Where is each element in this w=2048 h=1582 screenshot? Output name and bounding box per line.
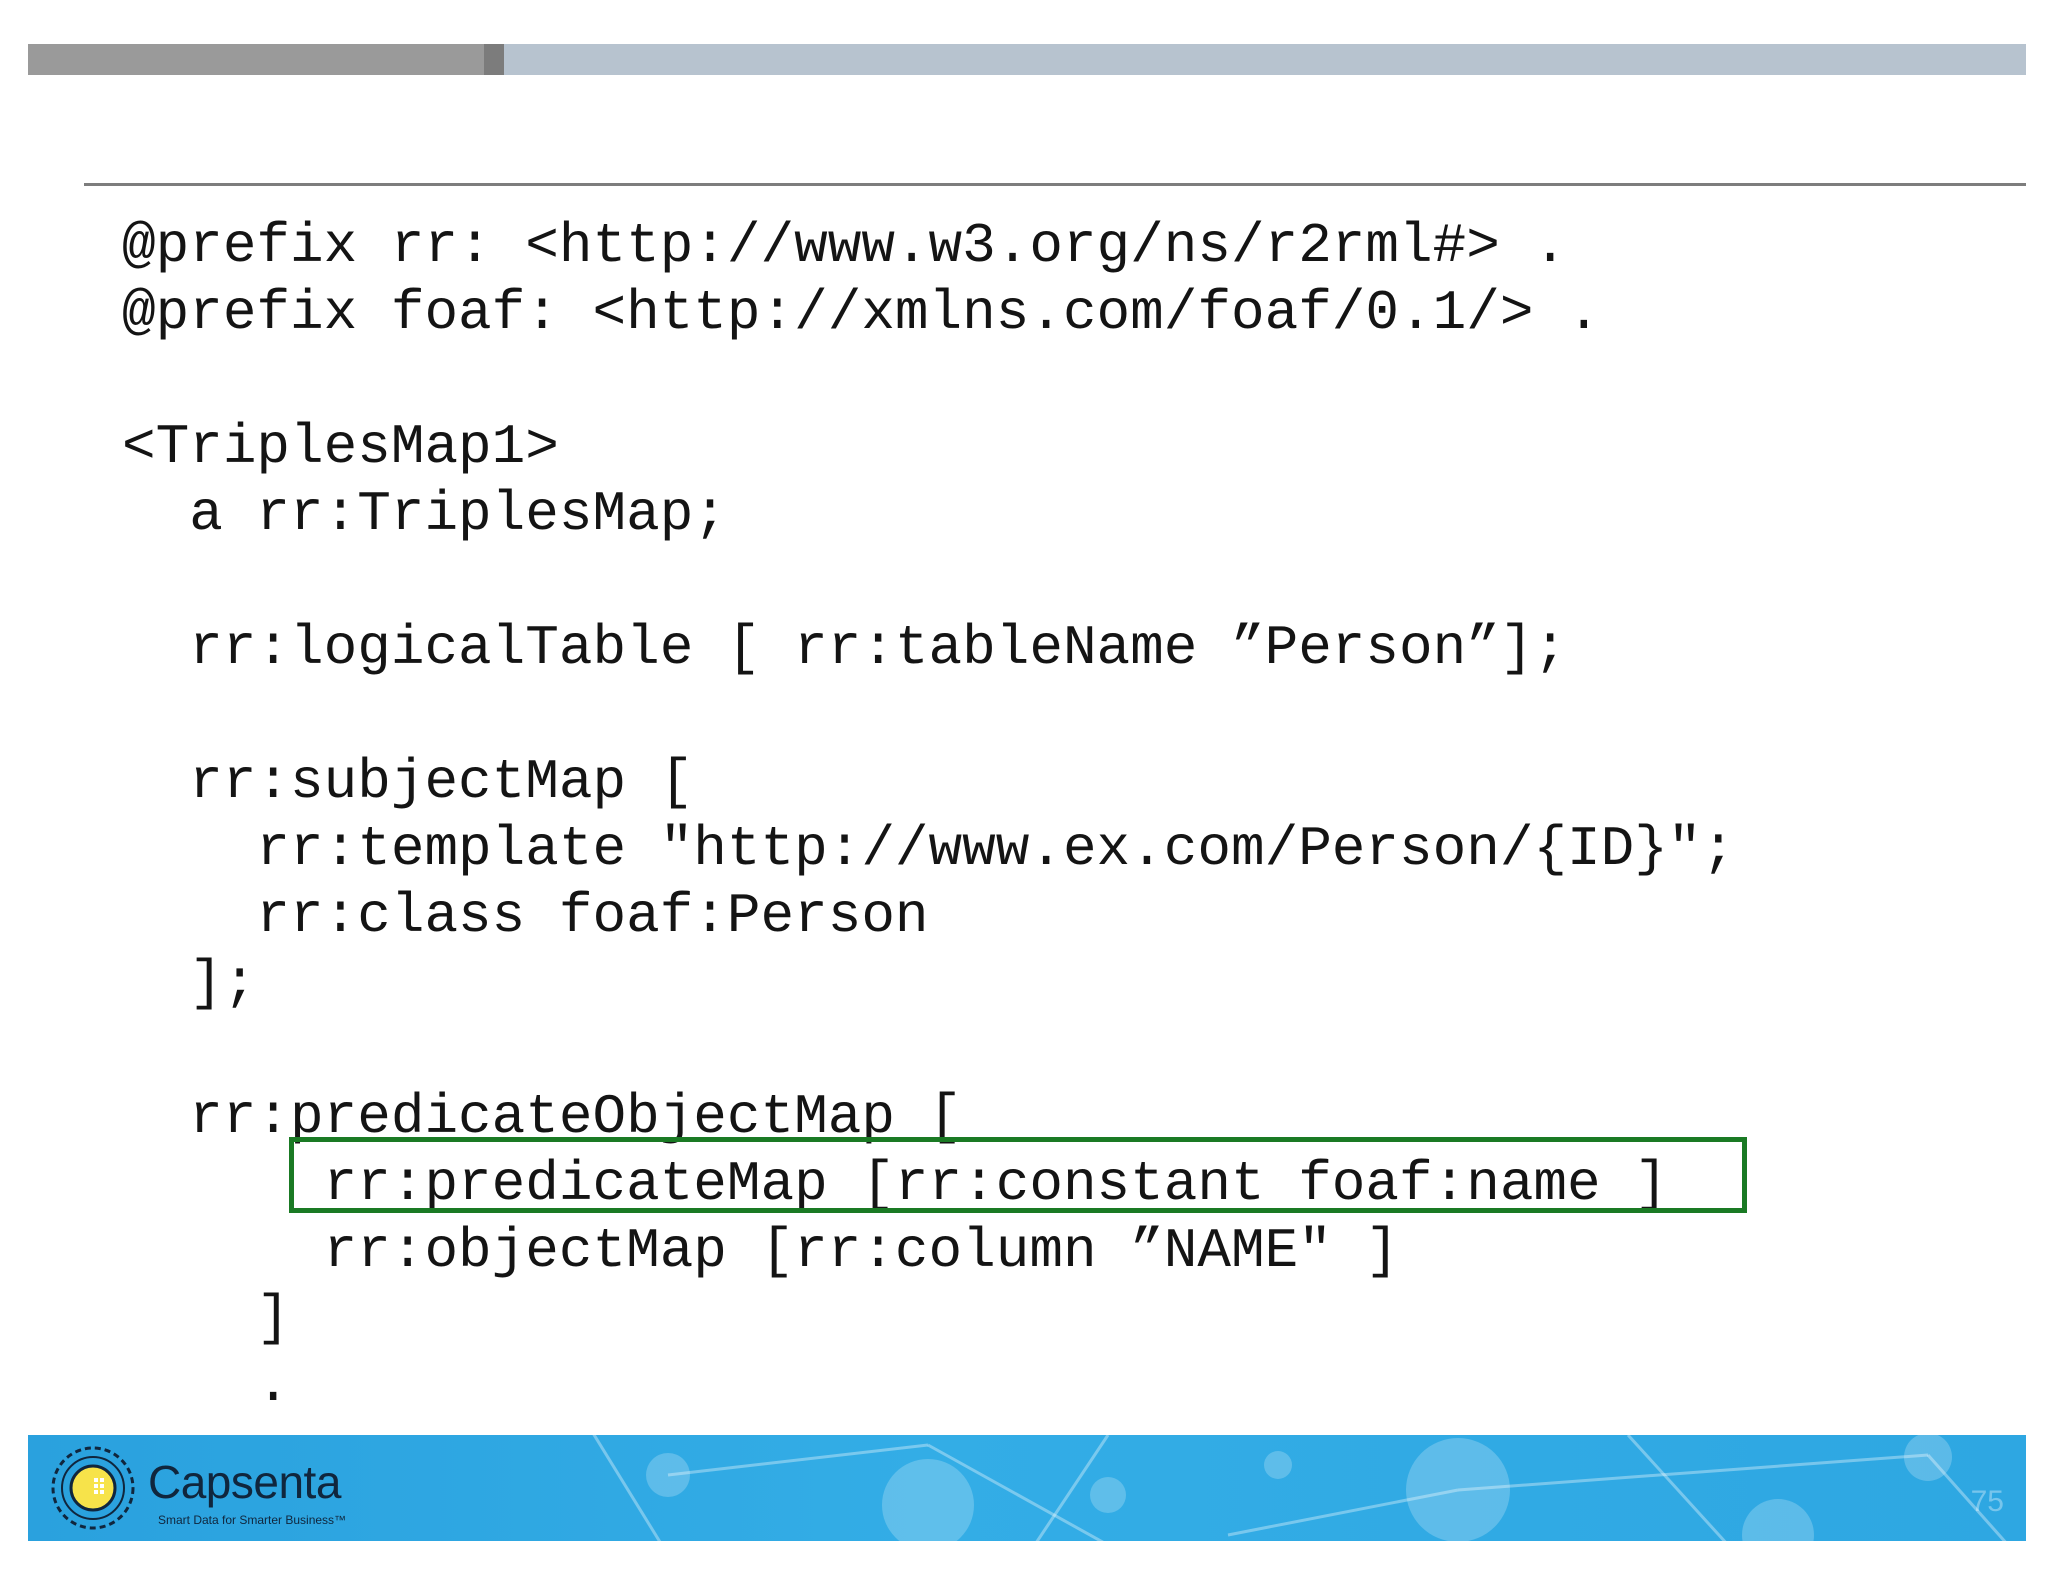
code-line: a rr:TriplesMap;	[122, 482, 727, 546]
code-line: <TriplesMap1>	[122, 415, 559, 479]
brand-tagline: Smart Data for Smarter Business™	[158, 1513, 347, 1527]
code-line: .	[122, 1353, 291, 1417]
title-divider-rule	[84, 183, 2026, 186]
top-bar-accent-segment	[484, 44, 504, 75]
code-line: rr:template "http://www.ex.com/Person/{I…	[122, 817, 1736, 881]
predicate-map-highlight-box	[289, 1137, 1747, 1213]
brand-name: Capsenta	[148, 1456, 341, 1508]
code-line: rr:class foaf:Person	[122, 884, 929, 948]
capsenta-logo-icon	[51, 1446, 135, 1530]
footer-banner: Capsenta Smart Data for Smarter Business…	[28, 1435, 2026, 1541]
code-line: rr:logicalTable [ rr:tableName ”Person”]…	[122, 616, 1568, 680]
slide: @prefix rr: <http://www.w3.org/ns/r2rml#…	[0, 0, 2048, 1582]
code-line: @prefix rr: <http://www.w3.org/ns/r2rml#…	[122, 214, 1568, 278]
code-line: ]	[122, 1286, 291, 1350]
top-bar-dark-segment	[28, 44, 484, 75]
code-line: rr:subjectMap [	[122, 750, 694, 814]
slide-number: 75	[1970, 1485, 2004, 1518]
code-block: @prefix rr: <http://www.w3.org/ns/r2rml#…	[122, 213, 1735, 1419]
top-bar-light-segment	[504, 44, 2026, 75]
code-line: rr:objectMap [rr:column ”NAME" ]	[122, 1219, 1400, 1283]
code-line: @prefix foaf: <http://xmlns.com/foaf/0.1…	[122, 281, 1601, 345]
code-line: ];	[122, 951, 257, 1015]
